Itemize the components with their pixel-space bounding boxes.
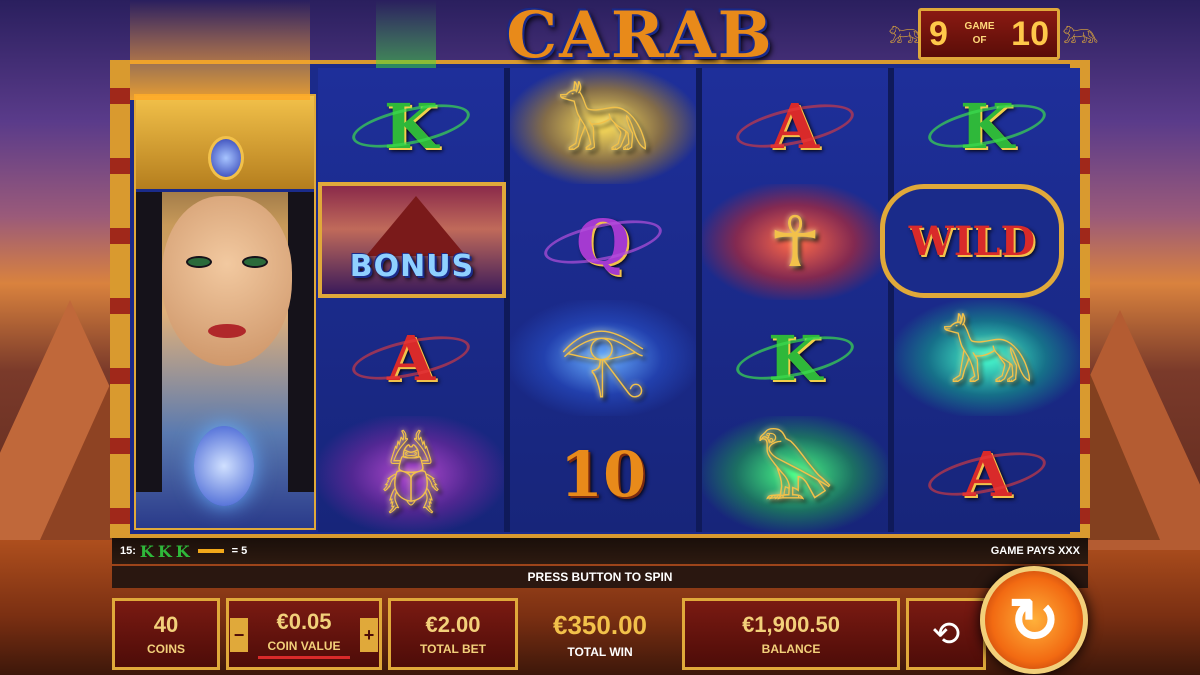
win-line-strip: 15: K K K = 5 GAME PAYS XXX: [112, 538, 1088, 564]
payline-marker: [197, 549, 224, 553]
hair: [136, 192, 162, 492]
reel-symbol-amulet: ☥: [702, 184, 888, 300]
bonus-symbol: BONUS: [318, 182, 506, 298]
frame-pillar-left: [110, 60, 130, 538]
reel-symbol-amulet: 𓃥: [894, 300, 1080, 416]
lips: [208, 324, 246, 338]
mini-symbol-k: K: [175, 541, 190, 561]
reel-3: A ☥ K 𓅃: [702, 68, 888, 532]
total-bet-panel: €2.00 TOTAL BET: [388, 598, 518, 670]
mini-symbol-k: K: [157, 541, 172, 561]
balance-value: €1,900.50: [742, 612, 840, 637]
anubis-amulet-icon: 𓃥: [556, 87, 650, 165]
light-beam: [130, 0, 310, 100]
mini-symbol-k: K: [139, 541, 154, 561]
reel-symbol-k: K: [318, 68, 504, 184]
coins-label: COINS: [146, 642, 185, 656]
game-logo: CARAB: [506, 0, 774, 73]
reel-symbol-amulet: 𓂀: [510, 300, 696, 416]
spin-prompt: PRESS BUTTON TO SPIN: [112, 566, 1088, 588]
reel-symbol-k: K: [702, 300, 888, 416]
coin-value-decrease-button[interactable]: −: [230, 618, 248, 652]
reel-symbol-a: A: [894, 416, 1080, 532]
ankh-amulet-icon: ☥: [768, 203, 822, 281]
symbol-letter: 10: [559, 437, 647, 511]
total-bet-label: TOTAL BET: [420, 642, 486, 656]
scarab-orb-icon: [194, 426, 254, 506]
crown: [136, 96, 314, 192]
horus-bird-amulet-icon: 𓅃: [756, 435, 834, 513]
sphinx-icon: 𓃬: [888, 17, 925, 50]
scarab-amulet-icon: 𓆣: [379, 435, 443, 513]
sphinx-icon: 𓃬: [1062, 17, 1099, 50]
eye: [186, 256, 212, 268]
coins-panel[interactable]: 40 COINS: [112, 598, 220, 670]
reel-symbol-amulet: 𓃥: [510, 68, 696, 184]
face: [162, 196, 292, 366]
game-label: GAME: [964, 21, 995, 32]
autoplay-icon: ⟲: [931, 615, 961, 653]
reel-1: K A 𓆣: [318, 68, 504, 532]
total-win-display: €350.00 TOTAL WIN: [522, 598, 678, 670]
hair: [288, 192, 314, 492]
reel-symbol-10: 10: [510, 416, 696, 532]
coin-value-indicator: [258, 656, 350, 659]
free-game-counter: 9 GAME OF 10: [918, 8, 1060, 60]
wild-label: WILD: [908, 217, 1036, 265]
anubis-amulet-icon: 𓃥: [940, 319, 1034, 397]
wild-symbol: WILD: [880, 184, 1064, 298]
scarab-gem-icon: [208, 136, 244, 180]
game-total: 10: [1011, 14, 1049, 53]
queen-character: [134, 94, 316, 530]
total-bet-value: €2.00: [425, 612, 481, 637]
balance-panel: €1,900.50 BALANCE: [682, 598, 900, 670]
reel-symbol-amulet: 𓆣: [318, 416, 504, 532]
total-win-value: €350.00: [553, 609, 647, 640]
coins-value: 40: [153, 612, 179, 637]
reel-symbol-q: Q: [510, 184, 696, 300]
reel-2: 𓃥 Q 𓂀 10: [510, 68, 696, 532]
game-counter-labels: GAME OF: [965, 20, 995, 48]
win-line-number: 15:: [120, 545, 136, 557]
coin-value-amount: €0.05: [276, 609, 332, 634]
autoplay-button[interactable]: ⟲: [906, 598, 986, 670]
reel-symbol-a: A: [702, 68, 888, 184]
eye-of-horus-amulet-icon: 𓂀: [559, 319, 647, 397]
win-line-amount: = 5: [231, 545, 248, 557]
bonus-label: BONUS: [349, 249, 475, 284]
of-label: OF: [972, 35, 987, 46]
spin-button[interactable]: ↻: [980, 566, 1088, 674]
reel-symbol-k: K: [894, 68, 1080, 184]
reel-symbol-a: A: [318, 300, 504, 416]
win-line-info: 15: K K K = 5: [120, 542, 247, 561]
reel-4: K 𓃥 A: [894, 68, 1080, 532]
game-pays-text: GAME PAYS XXX: [990, 545, 1080, 557]
total-win-label: TOTAL WIN: [567, 644, 633, 659]
game-current: 9: [929, 14, 948, 53]
eye: [242, 256, 268, 268]
coin-value-label: COIN VALUE: [267, 639, 341, 653]
pyramid-icon: [366, 196, 466, 256]
coin-value-panel: €0.05 COIN VALUE: [226, 598, 382, 670]
balance-label: BALANCE: [761, 642, 821, 656]
spin-icon: ↻: [1008, 586, 1060, 656]
coin-value-increase-button[interactable]: +: [360, 618, 378, 652]
reel-symbol-amulet: 𓅃: [702, 416, 888, 532]
